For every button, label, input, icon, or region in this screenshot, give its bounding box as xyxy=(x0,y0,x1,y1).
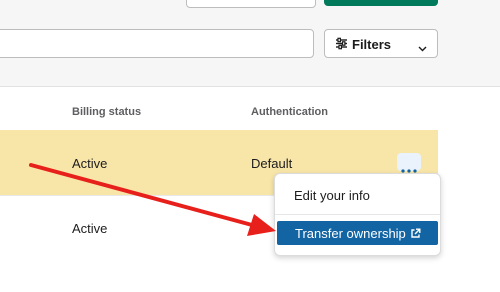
annotation-arrow xyxy=(29,163,276,236)
